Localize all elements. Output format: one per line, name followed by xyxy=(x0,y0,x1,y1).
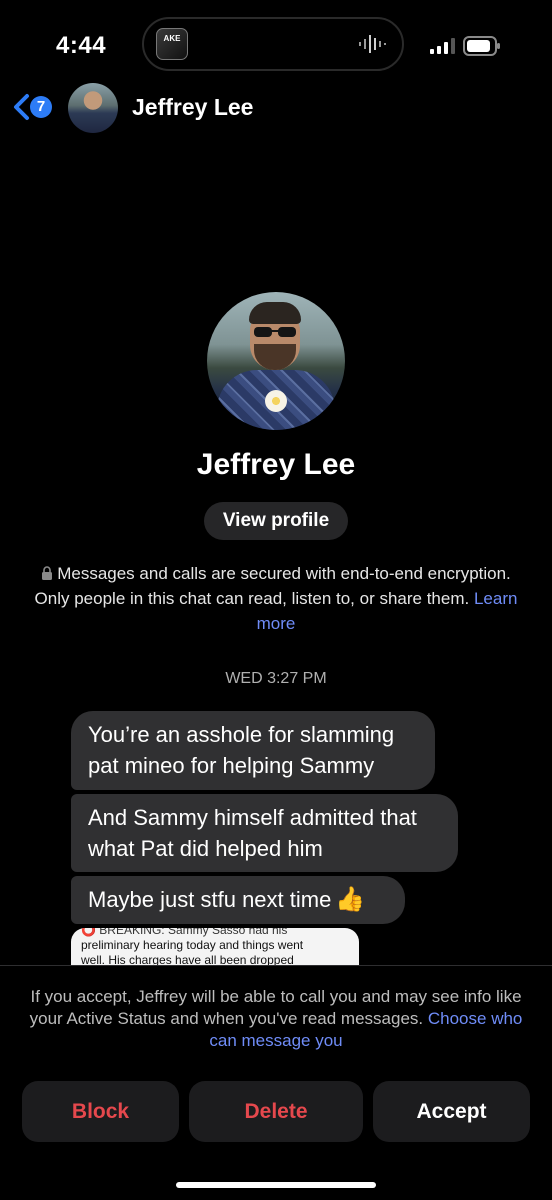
signal-icon xyxy=(430,38,455,54)
message-text: And Sammy himself admitted that what Pat… xyxy=(88,805,417,861)
back-chevron-icon[interactable] xyxy=(10,92,32,122)
battery-icon xyxy=(463,36,500,56)
avatar-beard xyxy=(254,344,296,370)
contact-name[interactable]: Jeffrey Lee xyxy=(132,94,253,121)
block-button[interactable]: Block xyxy=(22,1081,179,1142)
message-timestamp: WED 3:27 PM xyxy=(225,670,327,687)
thumbs-up-emoji: 👍 xyxy=(335,886,366,913)
waveform-icon xyxy=(359,35,386,53)
chat-header: 7 Jeffrey Lee xyxy=(0,80,552,136)
view-profile-button[interactable]: View profile xyxy=(204,502,348,540)
home-indicator[interactable] xyxy=(176,1182,376,1188)
avatar-flower xyxy=(265,390,287,412)
request-notice: If you accept, Jeffrey will be able to c… xyxy=(24,986,528,1052)
encryption-notice: Messages and calls are secured with end-… xyxy=(24,561,528,636)
dynamic-island[interactable]: ΑΚΕ xyxy=(142,17,404,71)
message-bubble[interactable]: You’re an asshole for slamming pat mineo… xyxy=(71,711,435,790)
unread-count-badge[interactable]: 7 xyxy=(30,96,52,118)
shared-post-preview[interactable]: ⭕ BREAKING: Sammy Sasso had his prelimin… xyxy=(71,928,359,968)
message-bubble[interactable]: Maybe just stfu next time 👍 xyxy=(71,876,405,924)
footer-divider xyxy=(0,965,552,966)
profile-name: Jeffrey Lee xyxy=(196,448,356,481)
lock-icon xyxy=(42,566,53,580)
now-playing-thumbnail: ΑΚΕ xyxy=(156,28,188,60)
shared-post-line: preliminary hearing today and things wen… xyxy=(81,938,304,952)
avatar-sunglasses xyxy=(254,327,296,337)
contact-avatar[interactable] xyxy=(68,83,118,133)
avatar-hair xyxy=(249,302,301,324)
profile-avatar[interactable] xyxy=(207,292,345,430)
message-text: You’re an asshole for slamming pat mineo… xyxy=(88,722,395,778)
delete-button[interactable]: Delete xyxy=(189,1081,363,1142)
status-time: 4:44 xyxy=(56,32,107,59)
message-text: Maybe just stfu next time xyxy=(88,887,332,912)
message-bubble[interactable]: And Sammy himself admitted that what Pat… xyxy=(71,794,458,872)
status-bar: 4:44 ΑΚΕ xyxy=(0,0,552,80)
shared-post-line: ⭕ BREAKING: Sammy Sasso had his xyxy=(81,928,288,937)
encryption-text: Messages and calls are secured with end-… xyxy=(34,564,511,608)
accept-button[interactable]: Accept xyxy=(373,1081,530,1142)
